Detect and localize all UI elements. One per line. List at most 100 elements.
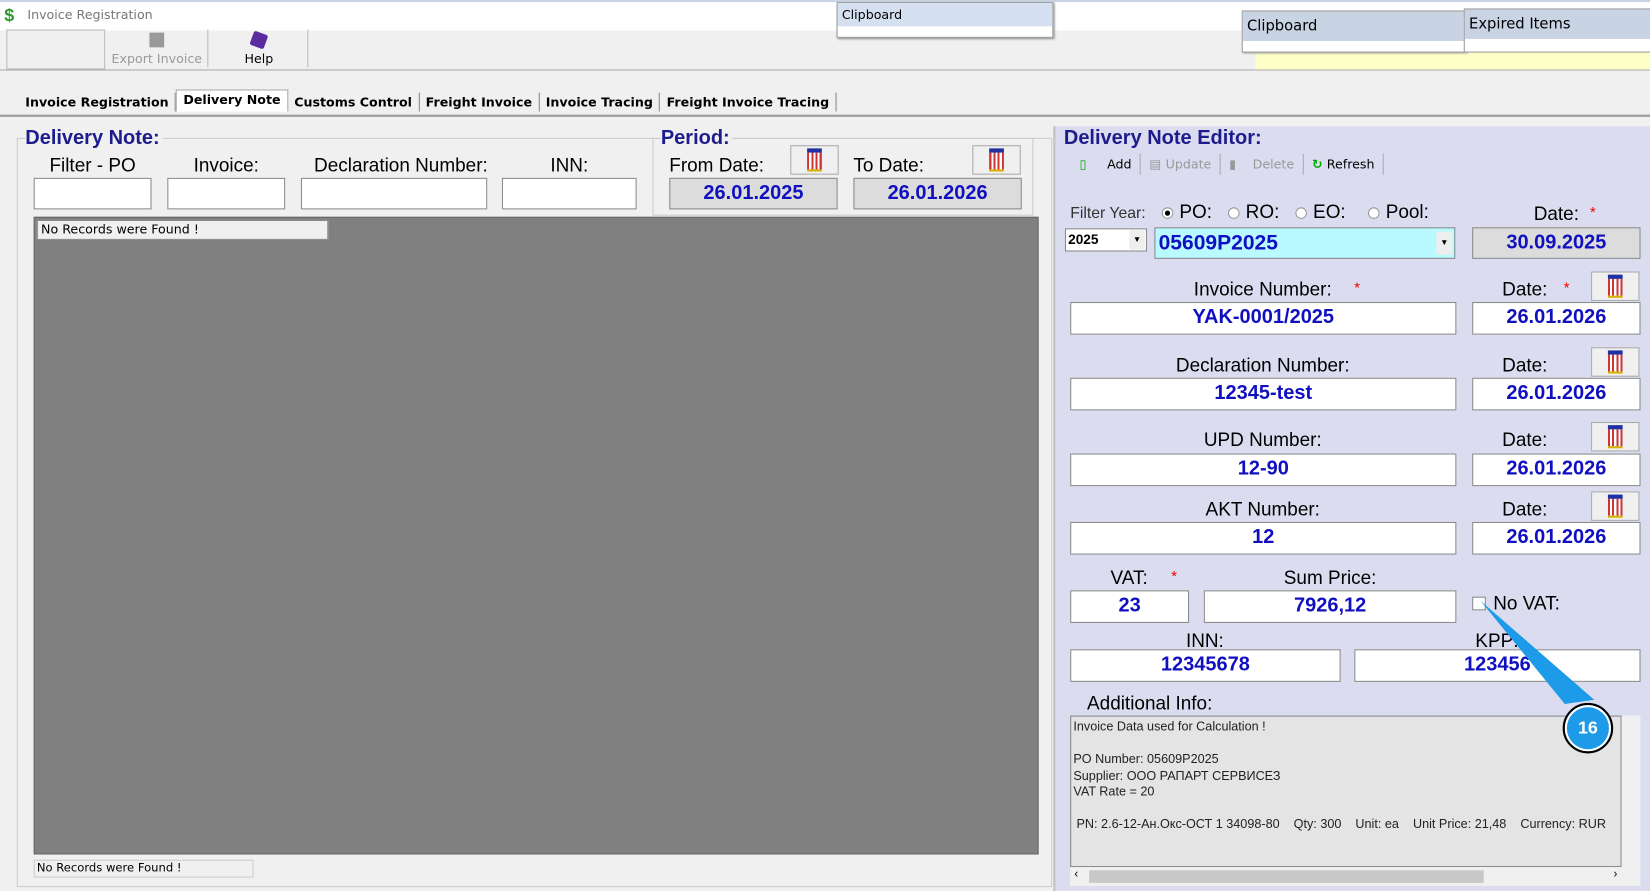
inn-filter-input[interactable]	[501, 177, 637, 210]
akt-date-label: Date:	[1502, 498, 1548, 520]
help-button[interactable]: Help	[210, 29, 309, 68]
tab-freight-invoice-tracing[interactable]: Freight Invoice Tracing	[660, 92, 837, 112]
to-date-calendar-button[interactable]	[972, 145, 1021, 175]
clipboard-popup-2-label: Clipboard	[1242, 11, 1466, 42]
delete-icon: ▮	[1229, 156, 1237, 172]
window-title: Invoice Registration	[27, 7, 153, 23]
vat-input[interactable]: 23	[1070, 590, 1190, 623]
delivery-note-title: Delivery Note:	[25, 127, 163, 151]
from-date-calendar-button[interactable]	[790, 145, 839, 175]
required-marker: *	[1354, 278, 1361, 296]
dollar-icon: $	[4, 5, 15, 26]
tab-bar: Invoice Registration Delivery Note Custo…	[19, 89, 837, 112]
ro-radio-label: RO:	[1245, 200, 1280, 223]
export-invoice-button[interactable]: Export Invoice	[106, 29, 209, 68]
grid-empty-message: No Records were Found !	[36, 219, 329, 240]
refresh-button[interactable]: ↻ Refresh	[1304, 153, 1384, 175]
upd-number-label: UPD Number:	[1203, 429, 1322, 451]
export-label: Export Invoice	[111, 51, 203, 67]
status-bar-text: No Records were Found !	[33, 859, 254, 878]
clipboard-popup-2[interactable]: Clipboard	[1241, 10, 1467, 53]
additional-info-label: Additional Info:	[1087, 692, 1213, 714]
upd-date-input[interactable]: 26.01.2026	[1472, 453, 1641, 487]
delivery-notes-grid[interactable]: No Records were Found !	[33, 216, 1039, 855]
calendar-icon	[989, 148, 1004, 172]
year-select[interactable]: 2025 ▼	[1064, 228, 1148, 252]
filter-po-input[interactable]	[33, 177, 152, 210]
chevron-down-icon: ▼	[1436, 231, 1453, 255]
sum-price-label: Sum Price:	[1283, 567, 1377, 589]
add-button[interactable]: ▯ Add	[1071, 153, 1142, 175]
editor-toolbar: ▯ Add ▤ Update ▮ Delete ↻ Refresh	[1071, 153, 1384, 175]
clipboard-popup[interactable]: Clipboard	[836, 2, 1054, 38]
invoice-number-input[interactable]: YAK-0001/2025	[1070, 302, 1457, 335]
invoice-filter-label: Invoice:	[193, 154, 259, 176]
declaration-date-input[interactable]: 26.01.2026	[1472, 377, 1641, 411]
calendar-icon	[1607, 425, 1623, 449]
akt-number-label: AKT Number:	[1205, 498, 1320, 520]
divider	[0, 114, 1650, 117]
eo-radio[interactable]	[1295, 207, 1307, 219]
po-date-field[interactable]: 30.09.2025	[1472, 227, 1641, 259]
po-select[interactable]: 05609P2025 ▼	[1154, 227, 1456, 259]
to-date-label: To Date:	[853, 154, 924, 176]
declaration-filter-input[interactable]	[300, 177, 488, 210]
delete-button[interactable]: ▮ Delete	[1221, 153, 1304, 175]
to-date-field[interactable]: 26.01.2026	[853, 177, 1022, 210]
scroll-left-icon[interactable]: ‹	[1074, 868, 1078, 881]
add-label: Add	[1107, 156, 1132, 172]
declaration-date-calendar-button[interactable]	[1591, 347, 1640, 377]
po-value: 05609P2025	[1158, 231, 1278, 255]
invoice-date-label: Date:	[1502, 278, 1548, 300]
toolbar-blank-button[interactable]	[6, 29, 106, 70]
additional-info-line	[1073, 800, 1618, 816]
calendar-icon	[1607, 494, 1623, 518]
declaration-number-input[interactable]: 12345-test	[1070, 377, 1457, 411]
inn-filter-label: INN:	[550, 154, 589, 176]
update-label: Update	[1165, 156, 1212, 172]
tab-customs-control[interactable]: Customs Control	[288, 92, 420, 112]
tab-invoice-tracing[interactable]: Invoice Tracing	[539, 92, 661, 112]
calendar-icon	[1607, 350, 1623, 374]
declaration-date-label: Date:	[1502, 354, 1548, 376]
akt-date-calendar-button[interactable]	[1591, 491, 1640, 521]
invoice-filter-input[interactable]	[167, 177, 286, 210]
akt-date-input[interactable]: 26.01.2026	[1472, 521, 1641, 555]
po-date-label: Date:	[1533, 203, 1579, 225]
update-icon: ▤	[1149, 156, 1162, 172]
export-icon	[149, 32, 165, 48]
horizontal-scrollbar[interactable]: ‹ ›	[1070, 867, 1641, 887]
tab-freight-invoice[interactable]: Freight Invoice	[419, 92, 540, 112]
declaration-filter-label: Declaration Number:	[314, 154, 488, 176]
inn-input[interactable]: 12345678	[1070, 649, 1341, 682]
upd-date-label: Date:	[1502, 429, 1548, 451]
year-value: 2025	[1068, 231, 1099, 248]
pool-radio[interactable]	[1367, 207, 1380, 219]
from-date-field[interactable]: 26.01.2025	[669, 177, 838, 210]
scroll-right-icon[interactable]: ›	[1614, 868, 1618, 881]
upd-number-input[interactable]: 12-90	[1070, 453, 1457, 487]
upd-date-calendar-button[interactable]	[1591, 421, 1640, 452]
additional-info-line: Supplier: ООО РАПАРТ СЕРВИСЕЗ	[1073, 767, 1281, 783]
po-radio-label: PO:	[1179, 200, 1212, 223]
po-radio[interactable]	[1161, 207, 1174, 219]
additional-info-line: VAT Rate = 20	[1073, 783, 1155, 799]
invoice-number-label: Invoice Number:	[1193, 278, 1332, 300]
tab-delivery-note[interactable]: Delivery Note	[175, 89, 288, 112]
akt-number-input[interactable]: 12	[1070, 521, 1457, 555]
help-label: Help	[244, 51, 274, 67]
filter-year-label: Filter Year:	[1070, 204, 1146, 223]
expired-items-popup[interactable]: Expired Items	[1463, 8, 1650, 53]
divider	[0, 69, 1650, 71]
invoice-date-input[interactable]: 26.01.2026	[1472, 302, 1641, 335]
invoice-date-calendar-button[interactable]	[1591, 271, 1640, 301]
declaration-number-label: Declaration Number:	[1175, 354, 1350, 376]
delete-label: Delete	[1252, 156, 1295, 172]
tab-invoice-registration[interactable]: Invoice Registration	[19, 92, 176, 112]
update-button[interactable]: ▤ Update	[1141, 153, 1221, 175]
pool-radio-label: Pool:	[1385, 200, 1429, 223]
sum-price-input[interactable]: 7926,12	[1203, 590, 1457, 623]
ro-radio[interactable]	[1227, 207, 1240, 219]
eo-radio-label: EO:	[1313, 200, 1346, 223]
scrollbar-thumb[interactable]	[1089, 870, 1484, 883]
